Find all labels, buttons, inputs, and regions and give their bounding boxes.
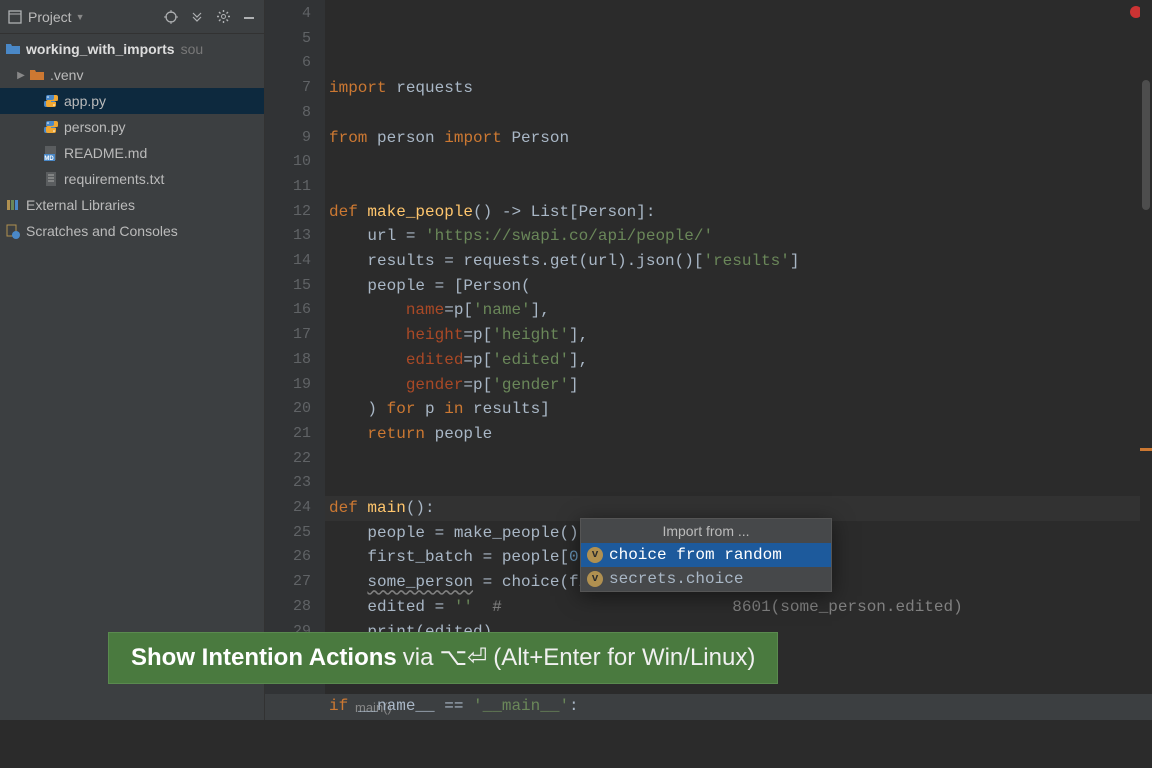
code-line[interactable]: from person import Person xyxy=(329,126,1152,151)
popup-title: Import from ... xyxy=(581,519,831,543)
code-line[interactable] xyxy=(329,447,1152,472)
code-line[interactable] xyxy=(329,101,1152,126)
folder-icon xyxy=(28,66,46,84)
line-number: 21 xyxy=(265,422,311,447)
tree-root[interactable]: working_with_imports sou xyxy=(0,36,264,62)
banner-alt: (Alt+Enter for Win/Linux) xyxy=(493,644,755,672)
keyboard-shortcut: ⌥⏎ xyxy=(439,643,487,673)
line-number: 12 xyxy=(265,200,311,225)
line-number: 15 xyxy=(265,274,311,299)
line-number: 7 xyxy=(265,76,311,101)
project-sidebar: Project ▼ working_with_imports xyxy=(0,0,265,720)
variable-badge-icon: v xyxy=(587,571,603,587)
tree-item-person-py[interactable]: person.py xyxy=(0,114,264,140)
import-suggestion[interactable]: v choice from random xyxy=(581,543,831,567)
sidebar-toolbar: Project ▼ xyxy=(0,0,264,34)
external-libraries[interactable]: External Libraries xyxy=(0,192,264,218)
code-line[interactable]: gender=p['gender'] xyxy=(329,373,1152,398)
root-name: working_with_imports xyxy=(26,41,175,57)
line-number: 28 xyxy=(265,595,311,620)
python-file-icon xyxy=(42,118,60,136)
window-icon xyxy=(6,8,24,26)
code-line[interactable]: edited=p['edited'], xyxy=(329,348,1152,373)
code-area[interactable]: import requests from person import Perso… xyxy=(325,0,1152,720)
line-number: 25 xyxy=(265,521,311,546)
project-tree[interactable]: working_with_imports sou ▶ .venv app.py per… xyxy=(0,34,264,720)
code-line[interactable]: name=p['name'], xyxy=(329,298,1152,323)
tree-item-requirements-txt[interactable]: requirements.txt xyxy=(0,166,264,192)
code-line[interactable]: height=p['height'], xyxy=(329,323,1152,348)
target-icon[interactable] xyxy=(162,8,180,26)
suggestion-label: choice from random xyxy=(609,546,782,564)
external-libraries-label: External Libraries xyxy=(26,197,135,213)
variable-badge-icon: v xyxy=(587,547,603,563)
chevron-down-icon: ▼ xyxy=(76,12,85,22)
minimize-icon[interactable] xyxy=(240,8,258,26)
line-number: 4 xyxy=(265,2,311,27)
project-label: Project xyxy=(28,9,72,25)
text-file-icon xyxy=(42,170,60,188)
line-number: 13 xyxy=(265,224,311,249)
project-dropdown[interactable]: Project ▼ xyxy=(6,8,85,26)
folder-icon xyxy=(4,40,22,58)
markdown-file-icon: MD xyxy=(42,144,60,162)
tree-item-label: requirements.txt xyxy=(64,171,164,187)
line-gutter: 4567891011121314151617181920212223242526… xyxy=(265,0,325,720)
line-number: 27 xyxy=(265,570,311,595)
tip-banner: Show Intention Actions via ⌥⏎ (Alt+Enter… xyxy=(108,632,778,684)
code-line[interactable]: if __name__ == '__main__': xyxy=(329,694,1152,719)
gear-icon[interactable] xyxy=(214,8,232,26)
code-line[interactable]: def make_people() -> List[Person]: xyxy=(329,200,1152,225)
code-line[interactable]: results = requests.get(url).json()['resu… xyxy=(329,249,1152,274)
code-editor[interactable]: 4567891011121314151617181920212223242526… xyxy=(265,0,1152,720)
tree-item-label: app.py xyxy=(64,93,106,109)
line-number: 17 xyxy=(265,323,311,348)
scratches[interactable]: Scratches and Consoles xyxy=(0,218,264,244)
line-number: 18 xyxy=(265,348,311,373)
line-number: 26 xyxy=(265,545,311,570)
scratches-label: Scratches and Consoles xyxy=(26,223,178,239)
line-number: 6 xyxy=(265,51,311,76)
code-line[interactable] xyxy=(329,471,1152,496)
line-number: 16 xyxy=(265,298,311,323)
banner-bold: Show Intention Actions xyxy=(131,644,397,672)
library-icon xyxy=(4,196,22,214)
code-line[interactable]: import requests xyxy=(329,76,1152,101)
banner-via: via xyxy=(403,644,434,672)
import-popup: Import from ... v choice from random vsecr… xyxy=(580,518,832,592)
code-line[interactable]: ) for p in results] xyxy=(329,397,1152,422)
line-number: 19 xyxy=(265,373,311,398)
line-number: 8 xyxy=(265,101,311,126)
code-line[interactable]: url = 'https://swapi.co/api/people/' xyxy=(329,224,1152,249)
code-line[interactable] xyxy=(329,175,1152,200)
line-number: 14 xyxy=(265,249,311,274)
python-file-icon xyxy=(42,92,60,110)
root-suffix: sou xyxy=(181,41,204,57)
line-number: 22 xyxy=(265,447,311,472)
line-number: 5 xyxy=(265,27,311,52)
chevron-right-icon: ▶ xyxy=(14,70,28,81)
tree-item-app-py[interactable]: app.py xyxy=(0,88,264,114)
suggestion-label: secrets.choice xyxy=(609,570,743,588)
tree-item-label: .venv xyxy=(50,67,83,83)
tree-item-label: person.py xyxy=(64,119,125,135)
line-number: 23 xyxy=(265,471,311,496)
tree-item--venv[interactable]: ▶ .venv xyxy=(0,62,264,88)
tree-item-label: README.md xyxy=(64,145,147,161)
line-number: 9 xyxy=(265,126,311,151)
import-suggestion[interactable]: v secrets.choice xyxy=(581,567,831,591)
line-number: 10 xyxy=(265,150,311,175)
svg-text:MD: MD xyxy=(44,156,54,161)
line-number: 11 xyxy=(265,175,311,200)
line-number: 24 xyxy=(265,496,311,521)
expand-icon[interactable] xyxy=(188,8,206,26)
scratches-icon xyxy=(4,222,22,240)
code-line[interactable]: edited = '' # 8601(some_person.edited) xyxy=(329,595,1152,620)
code-line[interactable]: people = [Person( xyxy=(329,274,1152,299)
line-number: 20 xyxy=(265,397,311,422)
tree-item-README-md[interactable]: MD README.md xyxy=(0,140,264,166)
code-line[interactable]: return people xyxy=(329,422,1152,447)
code-line[interactable] xyxy=(329,150,1152,175)
